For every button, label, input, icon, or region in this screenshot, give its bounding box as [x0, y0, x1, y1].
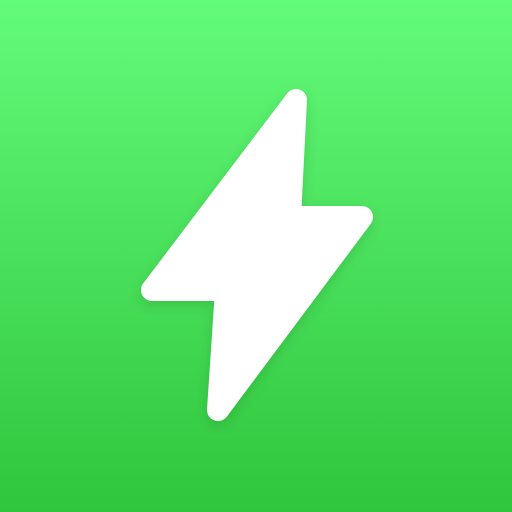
app-icon[interactable]	[0, 0, 512, 512]
app-icon-graphic	[0, 0, 512, 512]
